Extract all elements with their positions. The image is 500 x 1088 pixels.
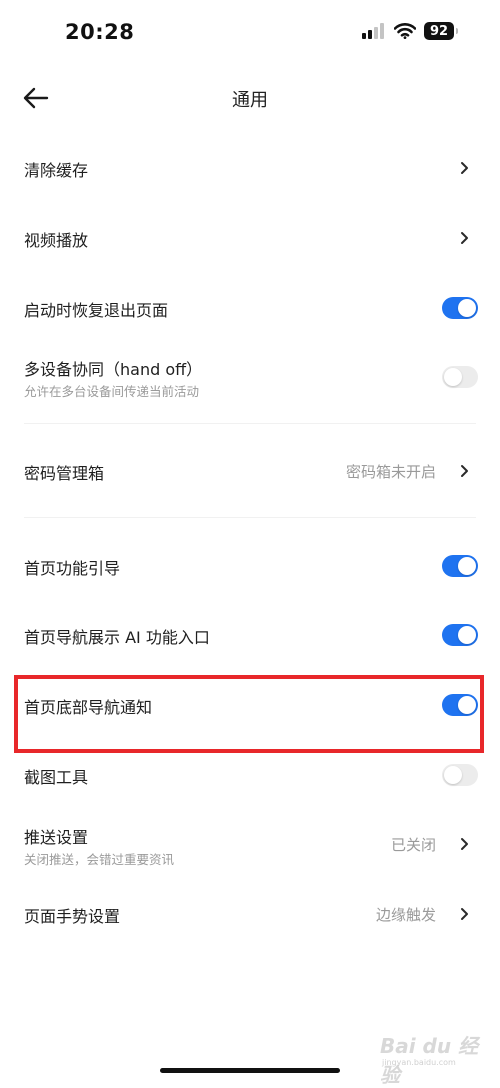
toggle-knob <box>444 766 462 784</box>
toggle-knob <box>458 557 476 575</box>
password-manager-value: 密码箱未开启 <box>345 463 436 481</box>
toggle-knob <box>458 299 476 317</box>
clear-cache-row[interactable]: 清除缓存 <box>0 148 500 188</box>
handoff-subtitle: 允许在多台设备间传递当前活动 <box>24 384 200 399</box>
section-divider <box>24 517 476 518</box>
push-settings-value: 已关闭 <box>390 836 436 854</box>
push-settings-row[interactable]: 推送设置 关闭推送，会错过重要资讯 已关闭 <box>0 818 500 874</box>
baidu-watermark: Bai du 经验 jingyan.baidu.com <box>380 1024 492 1087</box>
handoff-row: 多设备协同（hand off） 允许在多台设备间传递当前活动 <box>0 350 500 406</box>
status-time: 20:28 <box>65 20 135 44</box>
chevron-right-icon <box>461 162 468 174</box>
toggle-knob <box>444 368 462 386</box>
battery-icon: 92 <box>424 22 458 40</box>
status-bar: 20:28 92 <box>0 0 500 70</box>
home-guide-label: 首页功能引导 <box>24 559 121 578</box>
cellular-signal-icon <box>362 23 384 39</box>
highlight-box <box>14 675 484 753</box>
home-guide-toggle[interactable] <box>442 555 478 577</box>
push-settings-label: 推送设置 <box>24 828 89 847</box>
gesture-settings-value: 边缘触发 <box>375 906 436 924</box>
gesture-settings-row[interactable]: 页面手势设置 边缘触发 <box>0 894 500 934</box>
push-settings-subtitle: 关闭推送，会错过重要资讯 <box>24 852 175 867</box>
restore-on-launch-row: 启动时恢复退出页面 <box>0 288 500 328</box>
chevron-right-icon <box>461 908 468 920</box>
chevron-right-icon <box>461 838 468 850</box>
gesture-settings-label: 页面手势设置 <box>24 907 121 926</box>
watermark-url: jingyan.baidu.com <box>382 1058 456 1067</box>
chevron-right-icon <box>461 232 468 244</box>
status-icons: 92 <box>362 22 458 40</box>
screenshot-tool-toggle[interactable] <box>442 764 478 786</box>
screenshot-tool-row: 截图工具 <box>0 755 500 795</box>
battery-level: 92 <box>429 23 449 39</box>
password-manager-label: 密码管理箱 <box>24 464 105 483</box>
home-ai-entry-label: 首页导航展示 AI 功能入口 <box>24 628 210 647</box>
home-guide-row: 首页功能引导 <box>0 546 500 586</box>
video-playback-label: 视频播放 <box>24 231 89 250</box>
section-divider <box>24 423 476 424</box>
wifi-icon <box>394 23 416 39</box>
restore-on-launch-label: 启动时恢复退出页面 <box>24 301 169 320</box>
page-title: 通用 <box>232 90 268 111</box>
handoff-label: 多设备协同（hand off） <box>24 360 203 379</box>
clear-cache-label: 清除缓存 <box>24 161 89 180</box>
home-ai-entry-row: 首页导航展示 AI 功能入口 <box>0 615 500 655</box>
chevron-right-icon <box>461 465 468 477</box>
home-ai-entry-toggle[interactable] <box>442 624 478 646</box>
password-manager-row[interactable]: 密码管理箱 密码箱未开启 <box>0 451 500 491</box>
toggle-knob <box>458 626 476 644</box>
home-indicator[interactable] <box>160 1068 340 1073</box>
handoff-toggle[interactable] <box>442 366 478 388</box>
restore-on-launch-toggle[interactable] <box>442 297 478 319</box>
nav-bar: 通用 <box>0 70 500 126</box>
screenshot-tool-label: 截图工具 <box>24 768 89 787</box>
video-playback-row[interactable]: 视频播放 <box>0 218 500 258</box>
